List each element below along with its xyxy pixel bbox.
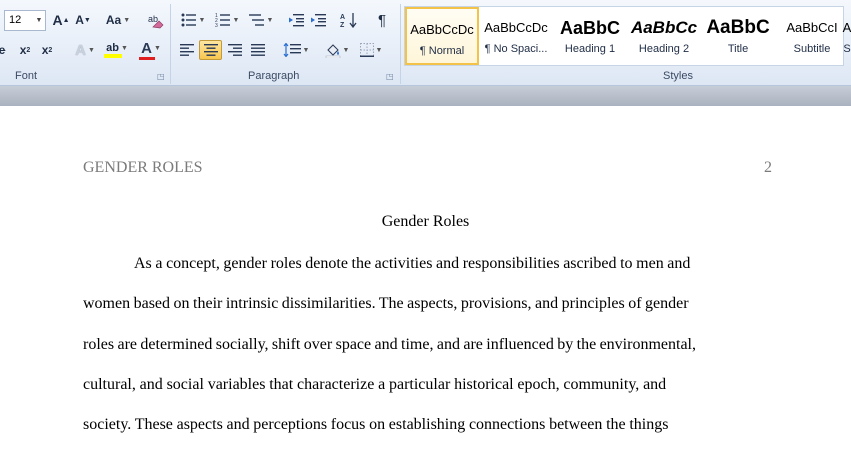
line-spacing-icon (283, 43, 301, 57)
running-header: GENDER ROLES (83, 159, 203, 176)
style-sample: AaBbCc (630, 18, 698, 37)
style-name: Heading 2 (638, 43, 690, 55)
numbering-icon: 1 2 3 (215, 13, 230, 27)
font-color-swatch (139, 57, 155, 60)
document-title: Gender Roles (381, 213, 470, 230)
align-left-button[interactable] (177, 40, 197, 60)
shrink-font-icon: A (75, 13, 84, 27)
align-center-icon (203, 44, 218, 56)
numbering-button[interactable]: 1 2 3 ▼ (212, 10, 242, 30)
paragraph-line: roles are determined socially, shift ove… (83, 336, 696, 353)
styles-group-label: Styles (663, 70, 693, 82)
style-sample: AaBbCcDc (484, 20, 548, 35)
bullets-button[interactable]: ▼ (178, 10, 208, 30)
increase-indent-icon (311, 14, 326, 27)
group-divider (170, 4, 171, 84)
ribbon: 12 ▼ A ▲ A ▼ Aa ▼ ab e x2 x2 A ▼ ab ▼ A ▼ (0, 0, 851, 86)
grow-font-icon: A (52, 12, 63, 28)
font-group-label: Font (15, 70, 38, 82)
multilevel-list-button[interactable]: ▼ (246, 10, 276, 30)
font-size-value: 12 (9, 14, 22, 26)
borders-button[interactable]: ▼ (356, 40, 386, 60)
style-sample: AaBbC (706, 17, 770, 38)
line-spacing-button[interactable]: ▼ (281, 40, 311, 60)
style-name: Title (727, 43, 749, 55)
justify-button[interactable] (248, 40, 268, 60)
chevron-down-icon[interactable]: ▼ (33, 11, 45, 30)
style-title[interactable]: AaBbC Title (701, 7, 775, 65)
sort-icon: A Z (340, 13, 357, 28)
font-color-button[interactable]: A ▼ (136, 40, 166, 60)
subscript-icon: x (19, 43, 27, 57)
clear-formatting-button[interactable]: ab (146, 10, 166, 30)
align-right-icon (228, 44, 242, 56)
text-highlight-button[interactable]: ab ▼ (102, 40, 132, 60)
text-effects-icon: A (75, 41, 86, 59)
svg-text:3: 3 (215, 23, 218, 27)
style-more[interactable]: A S (837, 7, 851, 65)
style-heading-1[interactable]: AaBbC Heading 1 (553, 7, 627, 65)
borders-icon (359, 43, 374, 57)
font-color-icon: A (141, 40, 152, 57)
font-dialog-launcher-icon[interactable]: ◳ (157, 72, 165, 81)
paragraph-line: As a concept, gender roles denote the ac… (134, 255, 691, 272)
change-case-icon: Aa (105, 13, 122, 27)
style-heading-2[interactable]: AaBbCc Heading 2 (627, 7, 701, 65)
subscript-button[interactable]: x2 (16, 40, 34, 60)
style-normal[interactable]: AaBbCcDc ¶ Normal (405, 7, 479, 65)
style-sample: A (842, 20, 851, 35)
paint-bucket-icon (325, 44, 340, 58)
shading-button[interactable]: ▼ (322, 40, 352, 60)
shrink-font-button[interactable]: A ▼ (74, 10, 92, 30)
style-sample: AaBbC (559, 18, 620, 38)
decrease-indent-icon (289, 14, 304, 27)
svg-text:Z: Z (340, 22, 345, 28)
styles-gallery: AaBbCcDc ¶ Normal AaBbCcDc ¶ No Spaci...… (404, 6, 851, 66)
change-case-button[interactable]: Aa ▼ (104, 10, 132, 30)
svg-text:A: A (340, 14, 345, 21)
pilcrow-icon: ¶ (377, 11, 387, 29)
svg-text:ab: ab (148, 14, 158, 24)
multilevel-list-icon (248, 14, 264, 26)
grow-font-button[interactable]: A ▲ (52, 10, 70, 30)
align-center-button[interactable] (199, 40, 222, 60)
paragraph-group-label: Paragraph (248, 70, 300, 82)
highlighter-icon: ab (106, 42, 119, 54)
text-effects-button[interactable]: A ▼ (70, 40, 100, 60)
style-no-spacing[interactable]: AaBbCcDc ¶ No Spaci... (479, 7, 553, 65)
style-name: ¶ No Spaci... (484, 43, 548, 55)
show-hide-marks-button[interactable]: ¶ (372, 10, 392, 30)
align-right-button[interactable] (225, 40, 245, 60)
superscript-icon: x (41, 43, 49, 57)
style-name: ¶ Normal (419, 45, 465, 57)
highlight-color-swatch (104, 54, 122, 58)
bullets-icon (181, 13, 196, 27)
document-area-band (0, 86, 851, 106)
justify-icon (251, 44, 265, 56)
strikethrough-button[interactable]: e (0, 40, 8, 60)
paragraph-line: cultural, and social variables that char… (83, 376, 667, 393)
document-page[interactable]: GENDER ROLES 2 Gender Roles As a concept… (0, 106, 851, 461)
style-sample: AaBbCcDc (410, 22, 474, 37)
increase-indent-button[interactable] (309, 10, 327, 30)
superscript-button[interactable]: x2 (38, 40, 56, 60)
decrease-indent-button[interactable] (287, 10, 305, 30)
paragraph-dialog-launcher-icon[interactable]: ◳ (386, 72, 394, 81)
clear-formatting-icon: ab (148, 14, 164, 29)
strikethrough-icon: e (0, 43, 6, 57)
align-left-icon (180, 44, 194, 56)
style-name: S (843, 43, 851, 55)
paragraph-line: women based on their intrinsic dissimila… (83, 295, 689, 312)
paragraph-line: society. These aspects and perceptions f… (83, 416, 669, 433)
group-divider (400, 4, 401, 84)
font-size-box[interactable]: 12 ▼ (4, 10, 46, 31)
sort-button[interactable]: A Z (338, 10, 360, 30)
page-number: 2 (764, 159, 772, 176)
style-name: Heading 1 (564, 43, 616, 55)
